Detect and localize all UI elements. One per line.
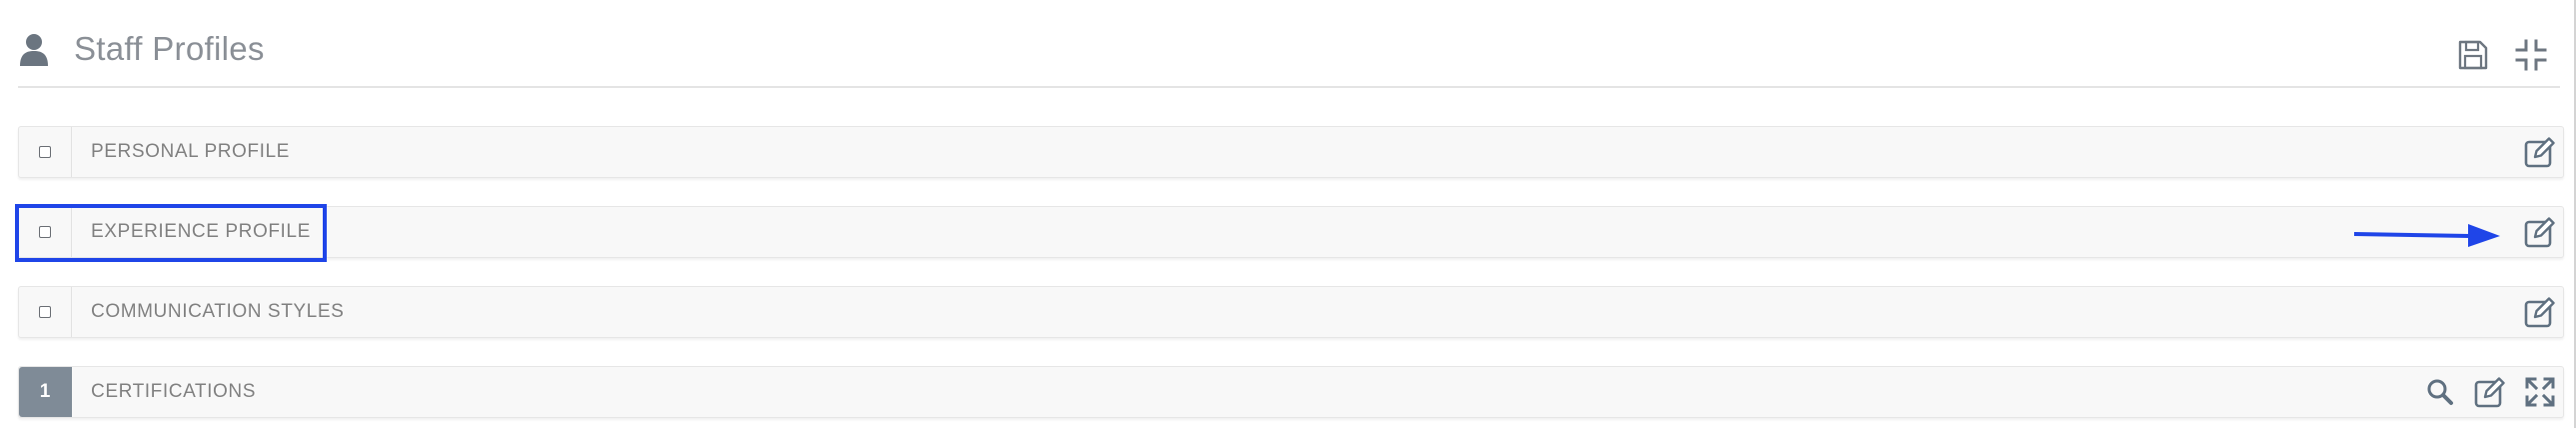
section-communication-styles[interactable]: COMMUNICATION STYLES xyxy=(18,286,2564,338)
compress-icon[interactable] xyxy=(2514,38,2548,72)
section-label: CERTIFICATIONS xyxy=(91,381,256,402)
section-label: COMMUNICATION STYLES xyxy=(91,301,345,322)
arrow-annotation-icon xyxy=(2354,224,2500,247)
expand-icon[interactable] xyxy=(2523,375,2557,409)
page-title: Staff Profiles xyxy=(74,30,265,67)
checkbox-icon xyxy=(39,306,51,318)
search-icon[interactable] xyxy=(2423,375,2457,409)
highlight-box xyxy=(15,204,327,262)
edit-icon[interactable] xyxy=(2523,135,2557,169)
checkbox-icon xyxy=(39,146,51,158)
section-experience-profile[interactable]: EXPERIENCE PROFILE xyxy=(18,206,2564,258)
page-header: Staff Profiles xyxy=(18,26,2560,88)
section-checkbox[interactable] xyxy=(19,127,72,177)
section-checkbox[interactable] xyxy=(19,287,72,337)
section-personal-profile[interactable]: PERSONAL PROFILE xyxy=(18,126,2564,178)
user-icon xyxy=(20,34,48,66)
section-label: PERSONAL PROFILE xyxy=(91,141,290,162)
count-value: 1 xyxy=(39,381,51,402)
section-certifications[interactable]: 1 CERTIFICATIONS xyxy=(18,366,2564,418)
edit-icon[interactable] xyxy=(2523,215,2557,249)
edit-icon[interactable] xyxy=(2523,295,2557,329)
edit-icon[interactable] xyxy=(2473,375,2507,409)
save-icon[interactable] xyxy=(2456,38,2490,72)
count-badge[interactable]: 1 xyxy=(19,367,72,417)
